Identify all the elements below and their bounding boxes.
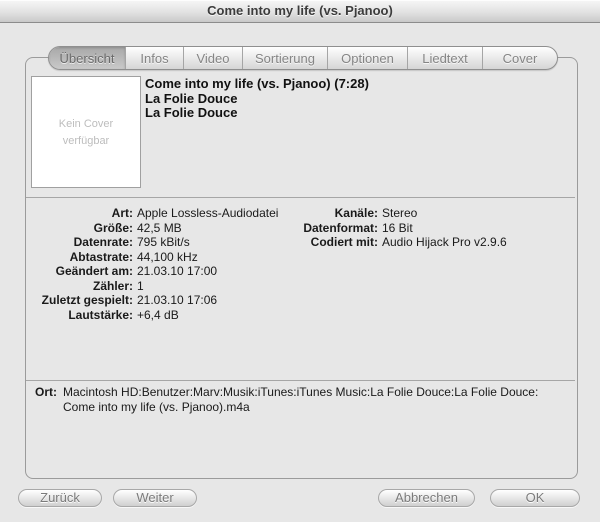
cover-placeholder-line2: verfügbar [63, 135, 109, 147]
tab-liedtext[interactable]: Liedtext [408, 47, 483, 69]
detail-row-zuletzt-gespielt: Zuletzt gespielt: 21.03.10 17:06 [33, 293, 278, 308]
detail-label: Art: [33, 206, 133, 221]
detail-row-zaehler: Zähler: 1 [33, 279, 278, 294]
detail-value: Apple Lossless-Audiodatei [137, 206, 278, 221]
location-path-line2: Come into my life (vs. Pjanoo).m4a [63, 400, 538, 415]
separator-top [26, 197, 575, 198]
track-info-window: Come into my life (vs. Pjanoo) Übersicht… [0, 0, 600, 522]
detail-row-groesse: Größe: 42,5 MB [33, 221, 278, 236]
track-title: Come into my life (vs. Pjanoo) (7:28) [145, 77, 369, 92]
tab-sortierung[interactable]: Sortierung [243, 47, 328, 69]
detail-label: Geändert am: [33, 264, 133, 279]
back-button[interactable]: Zurück [18, 489, 102, 507]
tab-bar: Übersicht Infos Video Sortierung Optione… [48, 46, 558, 70]
detail-value: Audio Hijack Pro v2.9.6 [382, 235, 507, 250]
detail-label: Lautstärke: [33, 308, 133, 323]
tab-video[interactable]: Video [184, 47, 243, 69]
detail-label: Kanäle: [288, 206, 378, 221]
next-button[interactable]: Weiter [113, 489, 197, 507]
detail-label: Zähler: [33, 279, 133, 294]
location-label: Ort: [35, 385, 57, 414]
detail-value: Stereo [382, 206, 507, 221]
detail-row-abtastrate: Abtastrate: 44,100 kHz [33, 250, 278, 265]
detail-label: Zuletzt gespielt: [33, 293, 133, 308]
detail-value: 42,5 MB [137, 221, 278, 236]
detail-row-lautstaerke: Lautstärke: +6,4 dB [33, 308, 278, 323]
detail-value: 16 Bit [382, 221, 507, 236]
detail-row-codiert-mit: Codiert mit: Audio Hijack Pro v2.9.6 [288, 235, 507, 250]
detail-value: +6,4 dB [137, 308, 278, 323]
location-path: Macintosh HD:Benutzer:Marv:Musik:iTunes:… [63, 385, 538, 414]
detail-value: 1 [137, 279, 278, 294]
detail-row-geaendert: Geändert am: 21.03.10 17:00 [33, 264, 278, 279]
cancel-button[interactable]: Abbrechen [378, 489, 475, 507]
detail-row-art: Art: Apple Lossless-Audiodatei [33, 206, 278, 221]
tab-infos[interactable]: Infos [126, 47, 184, 69]
track-album: La Folie Douce [145, 106, 369, 121]
detail-row-datenformat: Datenformat: 16 Bit [288, 221, 507, 236]
window-title: Come into my life (vs. Pjanoo) [0, 0, 600, 22]
file-location: Ort: Macintosh HD:Benutzer:Marv:Musik:iT… [35, 385, 575, 414]
detail-row-kanaele: Kanäle: Stereo [288, 206, 507, 221]
detail-value: 44,100 kHz [137, 250, 278, 265]
detail-value: 21.03.10 17:06 [137, 293, 278, 308]
titlebar[interactable]: Come into my life (vs. Pjanoo) [0, 0, 600, 23]
separator-bottom [26, 380, 575, 381]
location-path-line1: Macintosh HD:Benutzer:Marv:Musik:iTunes:… [63, 385, 538, 400]
detail-row-datenrate: Datenrate: 795 kBit/s [33, 235, 278, 250]
tab-optionen[interactable]: Optionen [328, 47, 408, 69]
track-heading: Come into my life (vs. Pjanoo) (7:28) La… [145, 77, 369, 121]
detail-label: Codiert mit: [288, 235, 378, 250]
cover-placeholder: Kein Cover verfügbar [31, 76, 141, 188]
tab-cover[interactable]: Cover [483, 47, 557, 69]
details-left: Art: Apple Lossless-Audiodatei Größe: 42… [33, 206, 278, 322]
detail-value: 795 kBit/s [137, 235, 278, 250]
detail-label: Datenformat: [288, 221, 378, 236]
detail-value: 21.03.10 17:00 [137, 264, 278, 279]
track-artist: La Folie Douce [145, 92, 369, 107]
detail-label: Datenrate: [33, 235, 133, 250]
cover-placeholder-line1: Kein Cover [59, 118, 113, 130]
tab-uebersicht[interactable]: Übersicht [49, 47, 126, 69]
details-right: Kanäle: Stereo Datenformat: 16 Bit Codie… [288, 206, 507, 250]
detail-label: Abtastrate: [33, 250, 133, 265]
ok-button[interactable]: OK [490, 489, 580, 507]
detail-label: Größe: [33, 221, 133, 236]
